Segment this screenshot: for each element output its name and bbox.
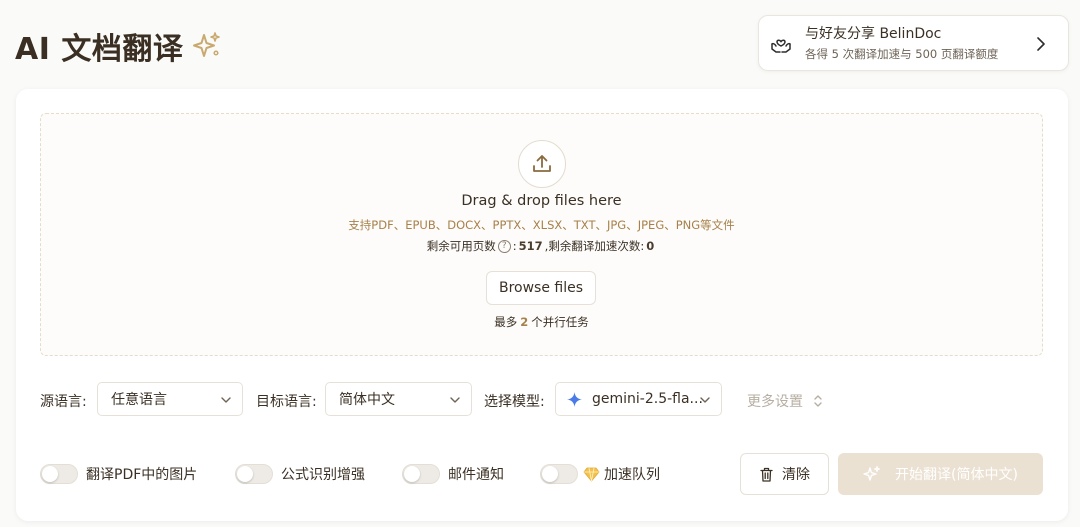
main-card: Drag & drop files here 支持PDF、EPUB、DOCX、P…: [16, 89, 1068, 521]
boost-queue-label: 加速队列: [604, 467, 660, 483]
remaining-boosts-value: 0: [646, 239, 655, 253]
upload-icon: [518, 140, 566, 188]
formula-enhance-label: 公式识别增强: [281, 467, 365, 483]
target-language-select[interactable]: 简体中文: [325, 382, 472, 416]
remaining-boosts-label: ,剩余翻译加速次数:: [544, 239, 645, 253]
supported-formats: 支持PDF、EPUB、DOCX、PPTX、XLSX、TXT、JPG、JPEG、P…: [348, 218, 735, 232]
source-language-value: 任意语言: [111, 392, 167, 408]
diamond-icon: [583, 467, 600, 482]
help-icon[interactable]: ?: [497, 239, 511, 253]
target-language-value: 简体中文: [339, 392, 395, 408]
sparkle-icon: [863, 465, 881, 483]
more-settings-toggle[interactable]: 更多设置: [747, 391, 823, 411]
chevron-up-down-icon: [813, 394, 823, 408]
colon: :: [512, 239, 517, 253]
start-translation-button[interactable]: 开始翻译(简体中文): [838, 453, 1043, 495]
clear-button[interactable]: 清除: [740, 453, 829, 495]
formula-enhance-toggle[interactable]: 公式识别增强: [235, 464, 365, 484]
start-translation-label: 开始翻译(简体中文): [895, 467, 1018, 483]
gemini-icon: [567, 391, 582, 407]
more-settings-label: 更多设置: [747, 394, 803, 410]
remaining-quota: 剩余可用页数 ? : 517 ,剩余翻译加速次数: 0: [41, 238, 1042, 254]
dropzone-title: Drag & drop files here: [461, 193, 622, 209]
chevron-down-icon: [449, 394, 461, 410]
email-notify-toggle[interactable]: 邮件通知: [402, 464, 504, 484]
chevron-down-icon: [220, 394, 232, 410]
hands-heart-icon: [769, 31, 793, 55]
toggle-switch[interactable]: [40, 464, 78, 484]
page-title-text: AI 文档翻译: [15, 32, 184, 67]
options-row: 翻译PDF中的图片 公式识别增强 邮件通知 加速队列 清除 开始翻译(简体中文): [40, 453, 1050, 495]
model-value: gemini-2.5-fla...: [592, 391, 703, 407]
sparkle-icon: [191, 30, 223, 62]
max-tasks: 最多 2 个并行任务: [41, 314, 1042, 330]
share-card[interactable]: 与好友分享 BelinDoc 各得 5 次翻译加速与 500 页翻译额度: [758, 15, 1069, 71]
trash-icon: [759, 467, 774, 482]
toggle-switch[interactable]: [235, 464, 273, 484]
boost-queue-toggle[interactable]: 加速队列: [540, 464, 660, 484]
browse-files-button[interactable]: Browse files: [486, 271, 596, 305]
remaining-pages-label: 剩余可用页数: [426, 239, 496, 253]
email-notify-label: 邮件通知: [448, 467, 504, 483]
remaining-pages-value: 517: [518, 239, 543, 253]
model-select[interactable]: gemini-2.5-fla...: [555, 382, 722, 416]
max-tasks-suffix: 个并行任务: [531, 315, 589, 329]
page-title: AI 文档翻译: [15, 24, 223, 68]
source-language-label: 源语言:: [40, 394, 87, 410]
share-subtitle: 各得 5 次翻译加速与 500 页翻译额度: [805, 46, 999, 61]
chevron-right-icon: [1036, 36, 1046, 55]
clear-label: 清除: [782, 467, 810, 483]
chevron-down-icon: [699, 394, 711, 410]
max-tasks-prefix: 最多: [494, 315, 518, 329]
max-tasks-value: 2: [520, 315, 529, 329]
language-settings: 源语言: 任意语言 目标语言: 简体中文 选择模型: gemini-2.5-fl…: [40, 382, 1040, 416]
share-title: 与好友分享 BelinDoc: [805, 25, 942, 42]
translate-images-toggle[interactable]: 翻译PDF中的图片: [40, 464, 197, 484]
toggle-switch[interactable]: [540, 464, 578, 484]
translate-images-label: 翻译PDF中的图片: [86, 467, 198, 483]
file-dropzone[interactable]: Drag & drop files here 支持PDF、EPUB、DOCX、P…: [40, 113, 1043, 356]
target-language-label: 目标语言:: [256, 394, 317, 410]
model-label: 选择模型:: [484, 394, 545, 410]
source-language-select[interactable]: 任意语言: [97, 382, 243, 416]
toggle-switch[interactable]: [402, 464, 440, 484]
